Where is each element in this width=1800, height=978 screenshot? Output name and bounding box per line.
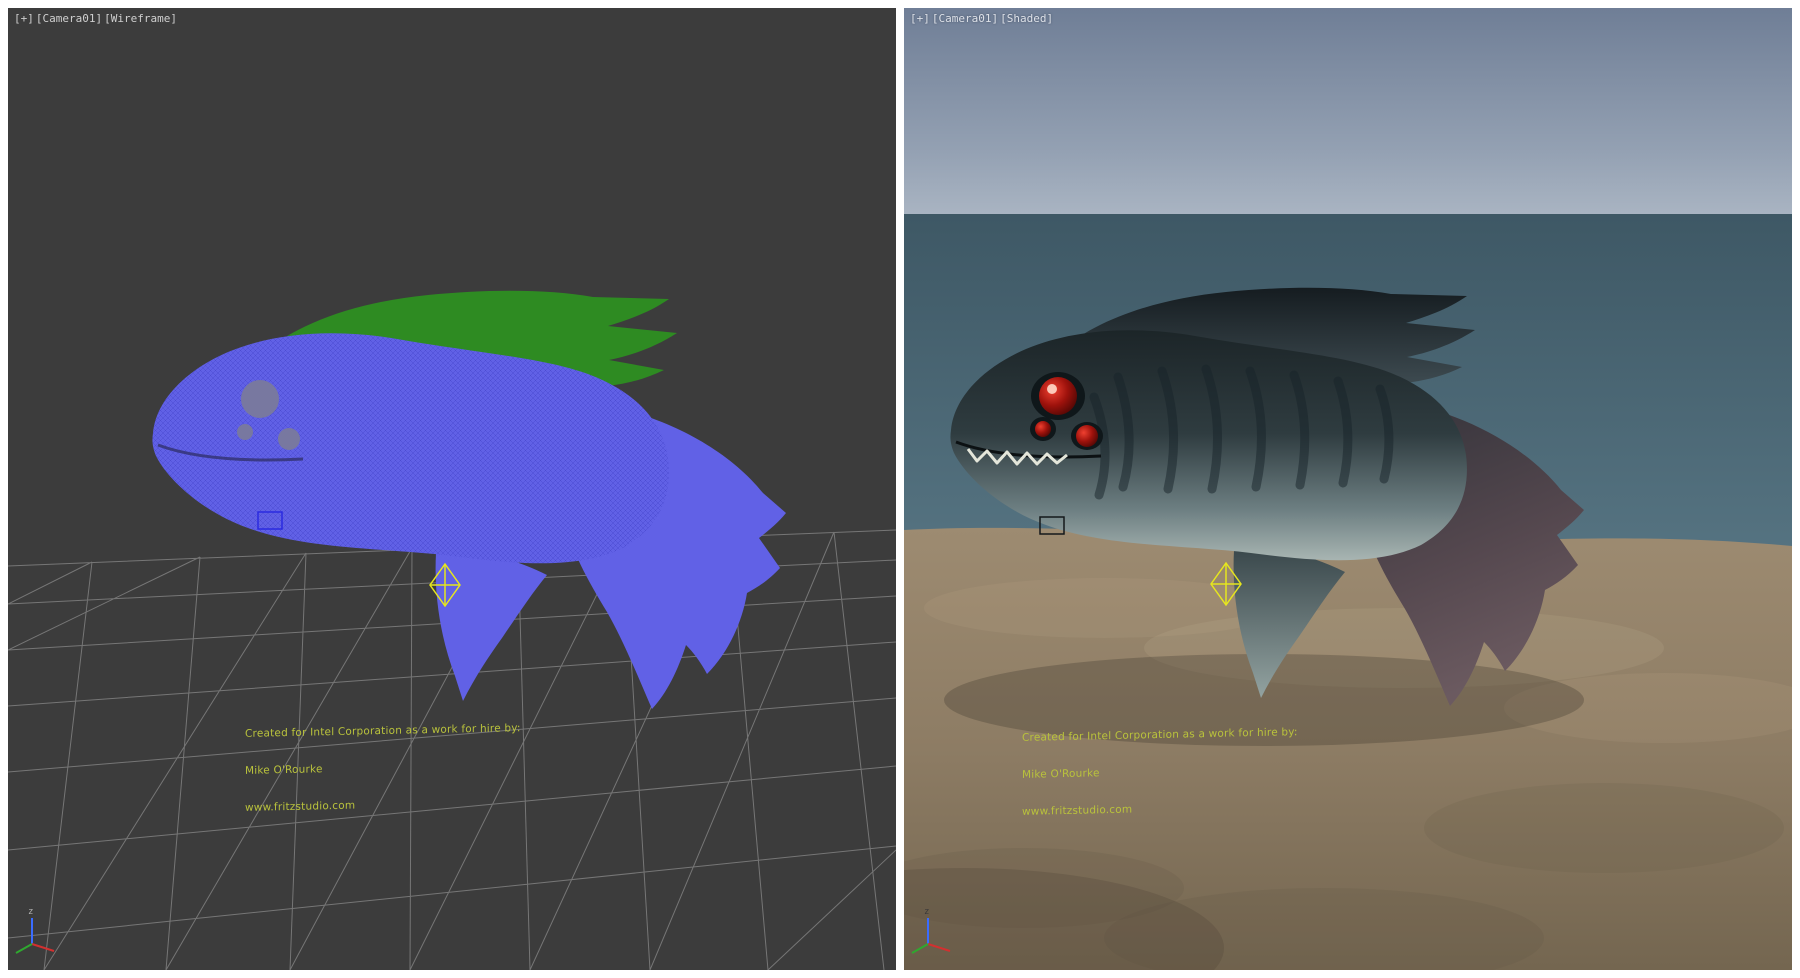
wireframe-viewport[interactable]: z [+] [Camera01] [Wireframe] Created for… <box>8 8 896 970</box>
credit-text: Created for Intel Corporation as a work … <box>1022 701 1298 843</box>
viewport-label-bar: [+] [Camera01] [Wireframe] <box>14 12 177 25</box>
sky <box>904 8 1792 214</box>
shading-mode-label[interactable]: [Wireframe] <box>104 12 177 25</box>
credit-text: Created for Intel Corporation as a work … <box>245 697 521 839</box>
axis-z-label: z <box>924 907 929 917</box>
axis-z-label: z <box>28 907 33 917</box>
shading-mode-label[interactable]: [Shaded] <box>1000 12 1053 25</box>
credit-line: www.fritzstudio.com <box>245 796 521 814</box>
shaded-viewport[interactable]: z [+] [Camera01] [Shaded] Created for In… <box>904 8 1792 970</box>
camera-label[interactable]: [Camera01] <box>36 12 102 25</box>
credit-line: Created for Intel Corporation as a work … <box>245 722 521 740</box>
credit-line: Mike O'Rourke <box>1022 763 1298 781</box>
viewport-menu-button[interactable]: [+] <box>910 12 930 25</box>
camera-label[interactable]: [Camera01] <box>932 12 998 25</box>
viewport-label-bar: [+] [Camera01] [Shaded] <box>910 12 1053 25</box>
credit-line: www.fritzstudio.com <box>1022 800 1298 818</box>
credit-line: Mike O'Rourke <box>245 759 521 777</box>
viewport-menu-button[interactable]: [+] <box>14 12 34 25</box>
credit-line: Created for Intel Corporation as a work … <box>1022 726 1298 744</box>
